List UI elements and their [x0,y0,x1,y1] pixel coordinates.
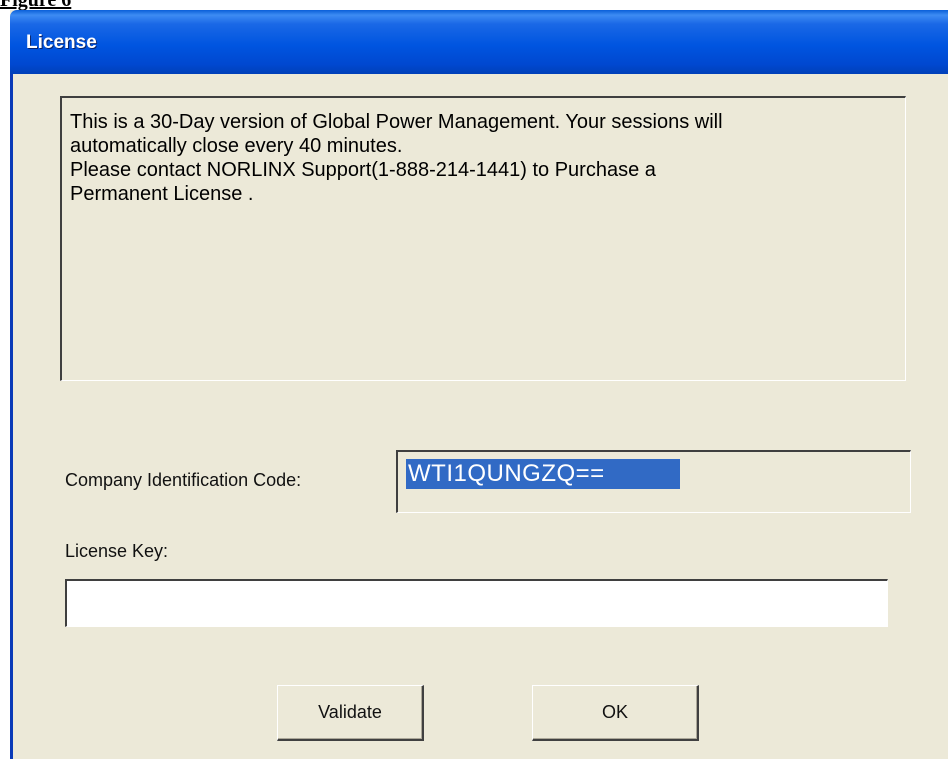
license-message-text: This is a 30-Day version of Global Power… [70,111,723,205]
company-code-value[interactable]: WTI1QUNGZQ== [408,459,605,489]
license-dialog: License This is a 30-Day version of Glob… [10,10,948,759]
dialog-body: This is a 30-Day version of Global Power… [10,74,948,759]
validate-button[interactable]: Validate [277,685,424,741]
license-message-box: This is a 30-Day version of Global Power… [60,96,906,381]
title-bar[interactable]: License [10,10,948,74]
company-code-label: Company Identification Code: [65,470,302,490]
window-title: License [26,32,97,53]
ok-button[interactable]: OK [532,685,699,741]
company-code-field[interactable]: WTI1QUNGZQ== [396,450,911,513]
license-key-input[interactable] [65,579,888,627]
license-key-label: License Key: [65,541,169,561]
